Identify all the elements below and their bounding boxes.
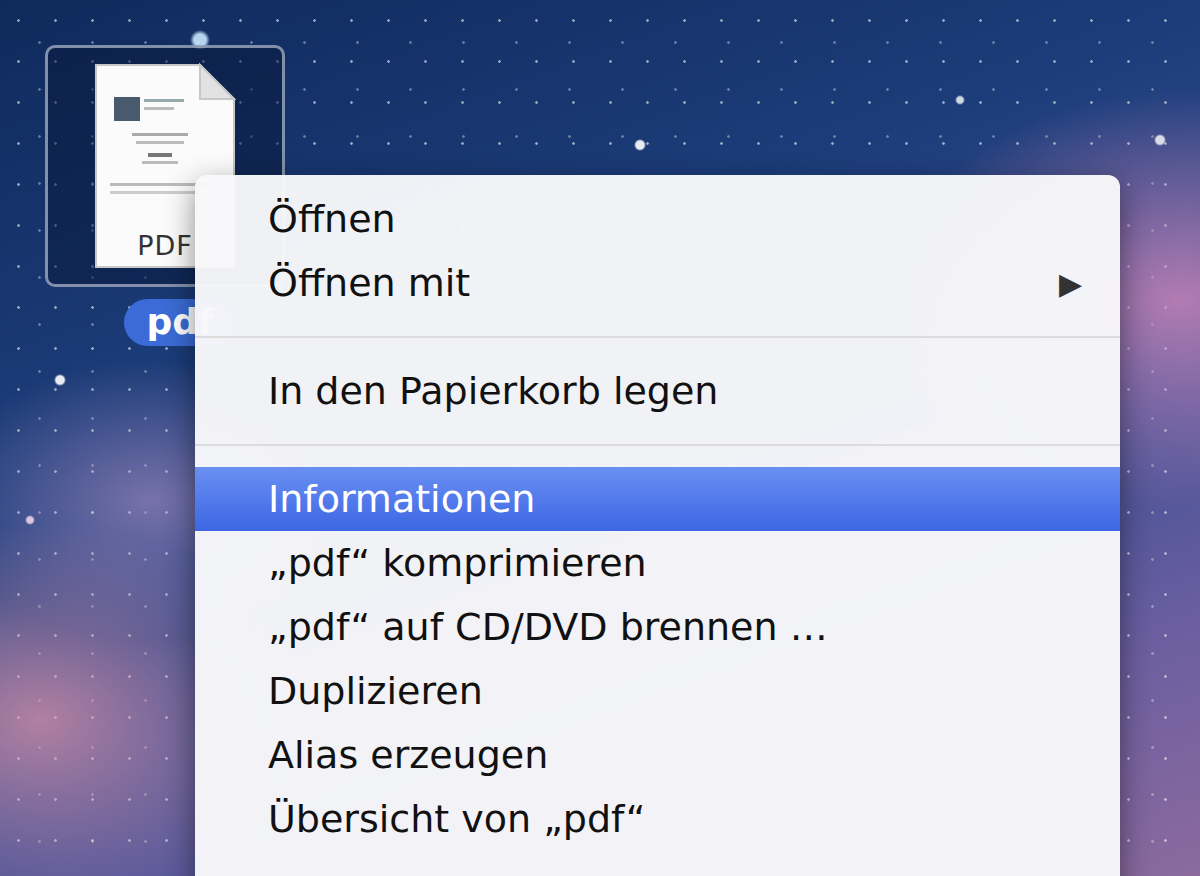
menu-item-label: Duplizieren	[268, 669, 483, 713]
menu-item[interactable]: Übersicht von „pdf“	[195, 787, 1120, 851]
menu-item-label: Informationen	[268, 477, 535, 521]
menu-separator	[195, 315, 1120, 359]
menu-item[interactable]: In den Papierkorb legen	[195, 359, 1120, 423]
separator-line	[195, 444, 1120, 446]
submenu-arrow-icon: ▶	[1059, 266, 1082, 301]
menu-item[interactable]: Alias erzeugen	[195, 723, 1120, 787]
menu-item[interactable]: Duplizieren	[195, 659, 1120, 723]
menu-item-label: Öffnen mit	[268, 261, 470, 305]
menu-item-label: „pdf“ auf CD/DVD brennen …	[268, 605, 828, 649]
menu-item[interactable]: Öffnen mit ▶	[195, 251, 1120, 315]
menu-item-tail: ▶	[1059, 266, 1082, 301]
menu-item-label: „pdf“ komprimieren	[268, 541, 647, 585]
menu-item-label: Öffnen	[268, 197, 396, 241]
separator-line	[195, 336, 1120, 338]
menu-separator	[195, 423, 1120, 467]
menu-item[interactable]: „pdf“ auf CD/DVD brennen …	[195, 595, 1120, 659]
menu-item[interactable]: „pdf“ komprimieren	[195, 531, 1120, 595]
menu-item-label: Alias erzeugen	[268, 733, 548, 777]
menu-item[interactable]: Öffnen	[195, 187, 1120, 251]
menu-item-label: Übersicht von „pdf“	[268, 797, 645, 841]
context-menu: Öffnen Öffnen mit ▶ In den Papierkorb legen…	[195, 175, 1120, 876]
menu-item-label: In den Papierkorb legen	[268, 369, 718, 413]
menu-item[interactable]: Informationen	[195, 467, 1120, 531]
